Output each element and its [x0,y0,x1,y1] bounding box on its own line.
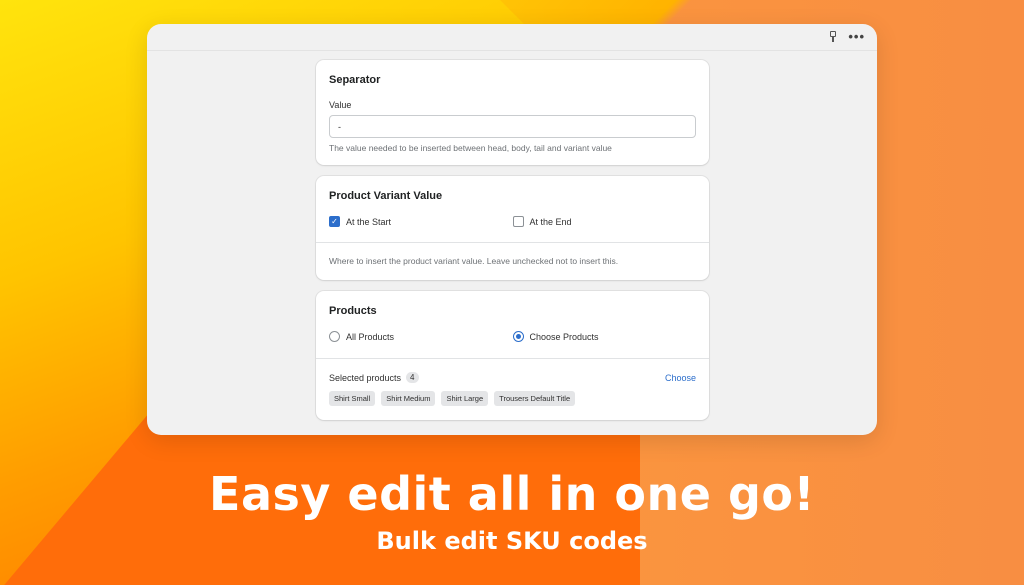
product-variant-title: Product Variant Value [329,190,443,202]
selected-products-section: Selected products 4 Choose Shirt Small S… [316,358,709,420]
value-label: Value [329,100,352,110]
choose-products-label: Choose Products [529,331,599,342]
separator-value-input[interactable] [329,115,696,138]
window-title-bar: ••• [147,24,877,51]
at-start-option[interactable]: ✓ At the Start [329,216,513,227]
product-tag: Shirt Large [441,391,489,406]
products-title: Products [329,305,377,317]
selected-count-badge: 4 [406,372,419,383]
separator-help-text: The value needed to be inserted between … [329,143,612,153]
at-end-option[interactable]: At the End [512,216,697,227]
more-options-icon[interactable]: ••• [848,30,865,43]
at-end-checkbox[interactable] [512,216,524,227]
choose-products-option[interactable]: Choose Products [512,331,697,342]
all-products-label: All Products [346,331,395,342]
separator-title: Separator [329,74,381,86]
product-variant-card: Product Variant Value ✓ At the Start At … [316,176,709,280]
app-window: ••• Separator Value The value needed to … [147,24,877,435]
pin-icon[interactable] [828,31,838,42]
checkmark-icon: ✓ [331,216,338,226]
all-products-radio[interactable] [329,331,340,342]
at-start-label: At the Start [346,216,392,227]
promo-subline: Bulk edit SKU codes [376,527,648,555]
separator-card: Separator Value The value needed to be i… [316,60,709,165]
all-products-option[interactable]: All Products [329,331,513,342]
selected-products-text: Selected products [329,372,402,383]
product-tag: Trousers Default Title [494,391,576,406]
product-tag: Shirt Medium [381,391,436,406]
choose-link[interactable]: Choose [665,373,696,383]
selected-products-label: Selected products 4 [329,372,419,383]
products-card: Products All Products Choose Products Se… [316,291,709,420]
product-tag: Shirt Small [329,391,376,406]
selected-product-tags: Shirt Small Shirt Medium Shirt Large Tro… [329,391,696,406]
choose-products-radio[interactable] [512,331,524,342]
settings-form: Separator Value The value needed to be i… [316,60,709,431]
promo-headline: Easy edit all in one go! [209,467,815,521]
at-end-label: At the End [529,216,572,227]
at-start-checkbox[interactable]: ✓ [329,216,340,227]
variant-help-text: Where to insert the product variant valu… [329,256,619,266]
